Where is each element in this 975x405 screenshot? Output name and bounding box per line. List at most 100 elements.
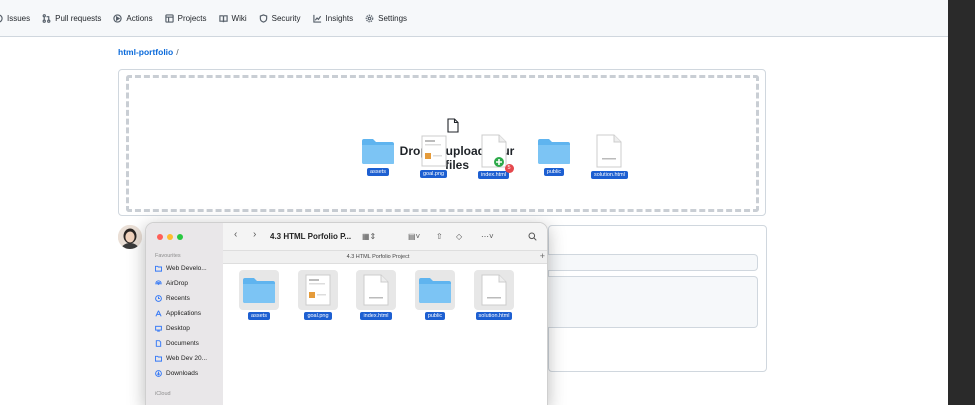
- sidebar-item-label: Documents: [166, 340, 199, 347]
- file-count-badge: 5: [504, 164, 514, 173]
- window-title: 4.3 HTML Porfolio P...: [270, 232, 352, 241]
- dragged-file-public: public: [537, 137, 571, 176]
- file-label: public: [424, 312, 446, 320]
- image-file-icon: [421, 135, 447, 167]
- nav-label: Wiki: [231, 13, 247, 23]
- file-thumbnail: [356, 270, 396, 310]
- share-icon[interactable]: ⇧: [436, 232, 443, 241]
- path-title: 4.3 HTML Porfolio Project: [346, 254, 410, 260]
- play-icon: [113, 13, 123, 23]
- nav-pull-requests[interactable]: Pull requests: [42, 14, 101, 23]
- download-icon: [155, 370, 162, 377]
- clock-icon: [155, 295, 162, 302]
- group-view-icon[interactable]: ▤˅: [408, 232, 420, 241]
- dragged-file-index: 5 index.html: [478, 134, 514, 179]
- new-tab-button[interactable]: +: [540, 251, 545, 261]
- finder-file-goal[interactable]: goal.png: [293, 270, 343, 320]
- sidebar-item-web-dev-20[interactable]: Web Dev 20...: [155, 355, 207, 362]
- file-icon: [447, 118, 459, 133]
- nav-settings[interactable]: Settings: [365, 14, 407, 23]
- file-label: goal.png: [304, 312, 332, 320]
- dragged-file-assets: assets: [361, 137, 395, 176]
- document-icon: [155, 340, 162, 347]
- more-actions-icon[interactable]: ⋯˅: [481, 232, 494, 241]
- html-file-icon: [596, 134, 622, 168]
- back-button[interactable]: ‹: [234, 229, 237, 240]
- finder-pathbar: 4.3 HTML Porfolio Project +: [223, 251, 547, 264]
- folder-icon: [362, 139, 394, 164]
- search-icon[interactable]: [528, 232, 537, 241]
- image-file-icon: [305, 274, 331, 306]
- dragged-file-goal: goal.png: [420, 135, 448, 178]
- nav-wiki[interactable]: Wiki: [218, 13, 247, 23]
- file-label: index.html: [360, 312, 392, 320]
- html-file-icon: [481, 274, 507, 306]
- desktop-icon: [155, 325, 162, 332]
- finder-file-assets[interactable]: assets: [234, 270, 284, 320]
- sidebar-item-label: Recents: [166, 295, 190, 302]
- nav-issues[interactable]: Issues: [0, 14, 30, 23]
- file-thumbnail: [415, 270, 455, 310]
- sidebar-item-downloads[interactable]: Downloads: [155, 370, 198, 377]
- finder-window[interactable]: Favourites Web Develo... AirDrop Recents…: [145, 222, 548, 405]
- nav-projects[interactable]: Projects: [164, 14, 207, 23]
- zoom-window-button[interactable]: [177, 234, 183, 240]
- add-cursor-icon: [493, 157, 504, 167]
- tag-icon[interactable]: ◇: [456, 232, 462, 241]
- file-thumbnail: [239, 270, 279, 310]
- shield-icon: [259, 13, 267, 23]
- breadcrumb: html-portfolio /: [118, 47, 179, 57]
- commit-description-textarea[interactable]: [548, 276, 758, 328]
- sidebar-item-desktop[interactable]: Desktop: [155, 325, 190, 332]
- nav-label: Actions: [126, 13, 153, 23]
- nav-label: Insights: [325, 13, 354, 23]
- finder-file-index[interactable]: index.html: [351, 270, 401, 320]
- folder-icon: [155, 355, 162, 362]
- commit-message-input[interactable]: [548, 254, 758, 271]
- forward-button[interactable]: ›: [253, 229, 256, 240]
- file-label: index.html: [478, 171, 510, 179]
- folder-icon: [243, 278, 275, 303]
- window-controls: [157, 234, 187, 240]
- nav-insights[interactable]: Insights: [312, 13, 354, 23]
- applications-icon: [155, 310, 162, 317]
- pull-request-icon: [42, 13, 51, 23]
- sidebar-item-airdrop[interactable]: AirDrop: [155, 280, 188, 287]
- nav-actions[interactable]: Actions: [113, 13, 153, 23]
- sidebar-item-label: Applications: [166, 310, 202, 317]
- finder-sidebar: Favourites Web Develo... AirDrop Recents…: [146, 223, 223, 405]
- nav-security[interactable]: Security: [259, 14, 301, 23]
- finder-file-solution[interactable]: solution.html: [469, 270, 519, 320]
- dragged-file-solution: solution.html: [591, 134, 628, 179]
- sidebar-item-recents[interactable]: Recents: [155, 295, 190, 302]
- screen-edge: [948, 0, 975, 405]
- close-window-button[interactable]: [157, 234, 163, 240]
- sidebar-item-label: Web Dev 20...: [166, 355, 208, 362]
- airdrop-icon: [155, 280, 162, 285]
- finder-content: assets goal.png index.html public soluti…: [223, 264, 547, 405]
- sidebar-item-documents[interactable]: Documents: [155, 340, 199, 347]
- graph-icon: [312, 14, 321, 23]
- nav-label: Settings: [378, 13, 408, 23]
- sidebar-item-label: Web Develo...: [166, 265, 207, 272]
- folder-icon: [155, 265, 162, 272]
- nav-label: Security: [271, 13, 301, 23]
- repo-link[interactable]: html-portfolio: [118, 47, 173, 57]
- finder-toolbar: ‹ › 4.3 HTML Porfolio P... ▦⇕ ▤˅ ⇧ ◇ ⋯˅: [223, 223, 547, 251]
- repo-nav: Issues Pull requests Actions Projects Wi…: [0, 0, 948, 37]
- sidebar-item-web-develo[interactable]: Web Develo...: [155, 265, 207, 272]
- sidebar-item-label: Desktop: [166, 325, 190, 332]
- book-icon: [218, 14, 228, 22]
- sidebar-item-applications[interactable]: Applications: [155, 310, 201, 317]
- view-mode-grid-icon[interactable]: ▦⇕: [362, 232, 376, 241]
- finder-file-public[interactable]: public: [410, 270, 460, 320]
- file-label: assets: [367, 168, 389, 176]
- issue-icon: [0, 14, 3, 22]
- file-label: solution.html: [475, 312, 513, 320]
- file-label: solution.html: [591, 171, 628, 179]
- file-label: assets: [248, 312, 270, 320]
- minimize-window-button[interactable]: [167, 234, 173, 240]
- file-thumbnail: [474, 270, 514, 310]
- sidebar-item-label: Downloads: [166, 370, 199, 377]
- gear-icon: [365, 14, 374, 22]
